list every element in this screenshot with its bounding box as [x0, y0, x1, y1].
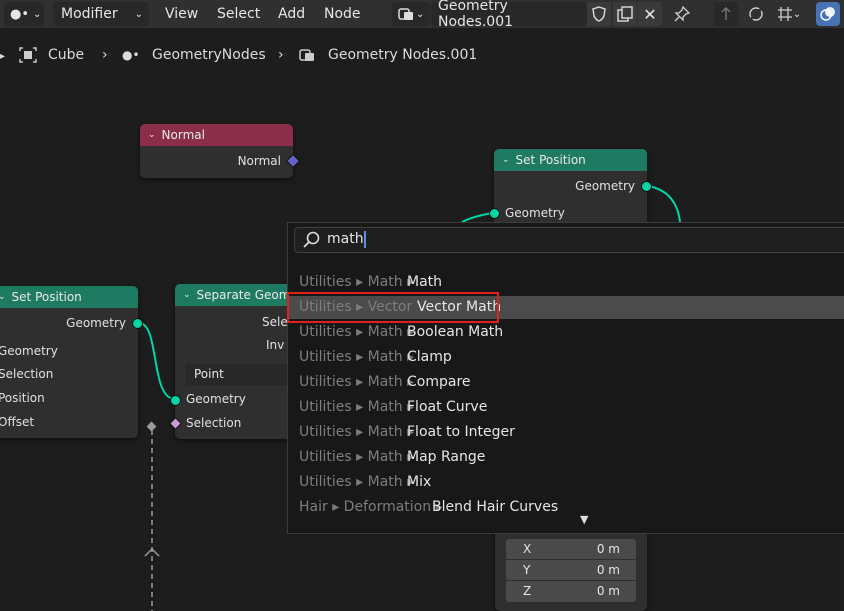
search-input[interactable]: math	[294, 227, 844, 253]
socket-label: Sele	[262, 315, 288, 329]
axis-value: 0 m	[596, 563, 620, 577]
result-name: Map Range	[407, 449, 486, 465]
result-path: Utilities ▸ Math ▸	[299, 474, 415, 490]
search-result-item[interactable]: Utilities ▸ Math ▸ Math	[288, 271, 844, 294]
result-path: Utilities ▸ Math ▸	[299, 424, 415, 440]
result-path: Hair ▸ Deformation ▸	[299, 499, 443, 515]
search-result-item[interactable]: Utilities ▸ Math ▸ Boolean Math	[288, 321, 844, 344]
vector-z-field[interactable]: Z 0 m	[506, 581, 636, 602]
socket-label: Geometry	[505, 206, 565, 220]
vector-x-field[interactable]: X 0 m	[506, 539, 636, 559]
axis-label: Z	[523, 584, 532, 598]
node-header[interactable]: ⌄ Normal	[140, 124, 293, 146]
vector-y-field[interactable]: Y 0 m	[506, 560, 636, 580]
node-separate-geometry[interactable]: ⌄ Separate Geom Sele Inv Point Geometry …	[169, 284, 305, 439]
collapse-icon[interactable]: ⌄	[183, 290, 191, 300]
search-icon	[303, 231, 320, 248]
socket-label: Geometry	[66, 316, 126, 330]
result-name: Compare	[407, 374, 471, 390]
result-name: Blend Hair Curves	[432, 499, 559, 515]
result-name: Boolean Math	[407, 324, 504, 340]
node-normal[interactable]: ⌄ Normal Normal	[140, 124, 301, 178]
result-name: Float to Integer	[407, 424, 515, 440]
result-name: Math	[407, 274, 443, 290]
search-result-item[interactable]: Utilities ▸ Math ▸ Clamp	[288, 346, 844, 369]
axis-value: 0 m	[596, 584, 620, 598]
search-result-item[interactable]: Utilities ▸ Math ▸ Mix	[288, 471, 844, 494]
domain-value: Point	[194, 367, 224, 381]
search-result-item[interactable]: Utilities ▸ Math ▸ Compare	[288, 371, 844, 394]
socket-label: Inv	[266, 338, 285, 352]
search-query: math	[327, 231, 364, 247]
scroll-down-icon[interactable]: ▼	[580, 513, 588, 526]
node-title: Set Position	[11, 290, 82, 304]
result-path: Utilities ▸ Math ▸	[299, 399, 415, 415]
node-title: Separate Geom	[196, 288, 291, 302]
result-path: Utilities ▸ Math ▸	[299, 324, 415, 340]
socket-label: Selection	[186, 416, 242, 430]
result-path: Utilities ▸ Math ▸	[299, 374, 415, 390]
link-geometry-top	[647, 185, 681, 223]
axis-label: X	[523, 542, 532, 556]
socket-label: Geometry	[186, 392, 246, 406]
node-header[interactable]: ⌄ Set Position	[494, 149, 647, 171]
result-path: Utilities ▸ Math ▸	[299, 274, 415, 290]
socket-label: Offset	[0, 415, 35, 429]
result-name: Clamp	[407, 349, 452, 365]
highlight-annotation-box	[287, 292, 499, 323]
search-result-item[interactable]: Hair ▸ Deformation ▸ Blend Hair Curves	[288, 496, 844, 519]
result-path: Utilities ▸ Math ▸	[299, 449, 415, 465]
input-socket-geometry[interactable]	[170, 395, 181, 406]
socket-label: Position	[0, 391, 45, 405]
add-node-search-popup: math Utilities ▸ Math ▸ Math Utilities ▸…	[287, 222, 844, 534]
socket-label: Normal	[237, 154, 281, 168]
reroute-arrow-icon	[144, 547, 160, 557]
axis-label: Y	[523, 563, 531, 577]
result-path: Utilities ▸ Math ▸	[299, 349, 415, 365]
socket-label: Geometry	[575, 179, 635, 193]
socket-label: Selection	[0, 367, 54, 381]
axis-value: 0 m	[596, 542, 620, 556]
output-socket-geometry[interactable]	[641, 181, 652, 192]
input-socket-geometry[interactable]	[489, 208, 500, 219]
search-result-item[interactable]: Utilities ▸ Math ▸ Float Curve	[288, 396, 844, 419]
text-cursor	[364, 231, 366, 248]
search-result-item[interactable]: Utilities ▸ Math ▸ Float to Integer	[288, 421, 844, 444]
collapse-icon[interactable]: ⌄	[0, 292, 6, 302]
node-title: Set Position	[515, 153, 586, 167]
output-socket-geometry[interactable]	[132, 318, 143, 329]
result-name: Mix	[407, 474, 432, 490]
socket-label: Geometry	[0, 344, 58, 358]
node-header[interactable]: ⌄ Set Position	[0, 286, 138, 308]
node-title: Normal	[161, 128, 205, 142]
collapse-icon[interactable]: ⌄	[502, 155, 510, 165]
collapse-icon[interactable]: ⌄	[148, 130, 156, 140]
node-offset-vector[interactable]: X 0 m Y 0 m Z 0 m	[495, 530, 647, 611]
search-result-item[interactable]: Utilities ▸ Math ▸ Map Range	[288, 446, 844, 469]
result-name: Float Curve	[407, 399, 488, 415]
node-set-position-left[interactable]: ⌄ Set Position Geometry Geometry Selecti…	[0, 286, 143, 438]
node-header[interactable]: ⌄ Separate Geom	[175, 284, 305, 306]
link-geometry	[138, 322, 176, 400]
node-set-position[interactable]: ⌄ Set Position Geometry Geometry	[489, 149, 652, 229]
